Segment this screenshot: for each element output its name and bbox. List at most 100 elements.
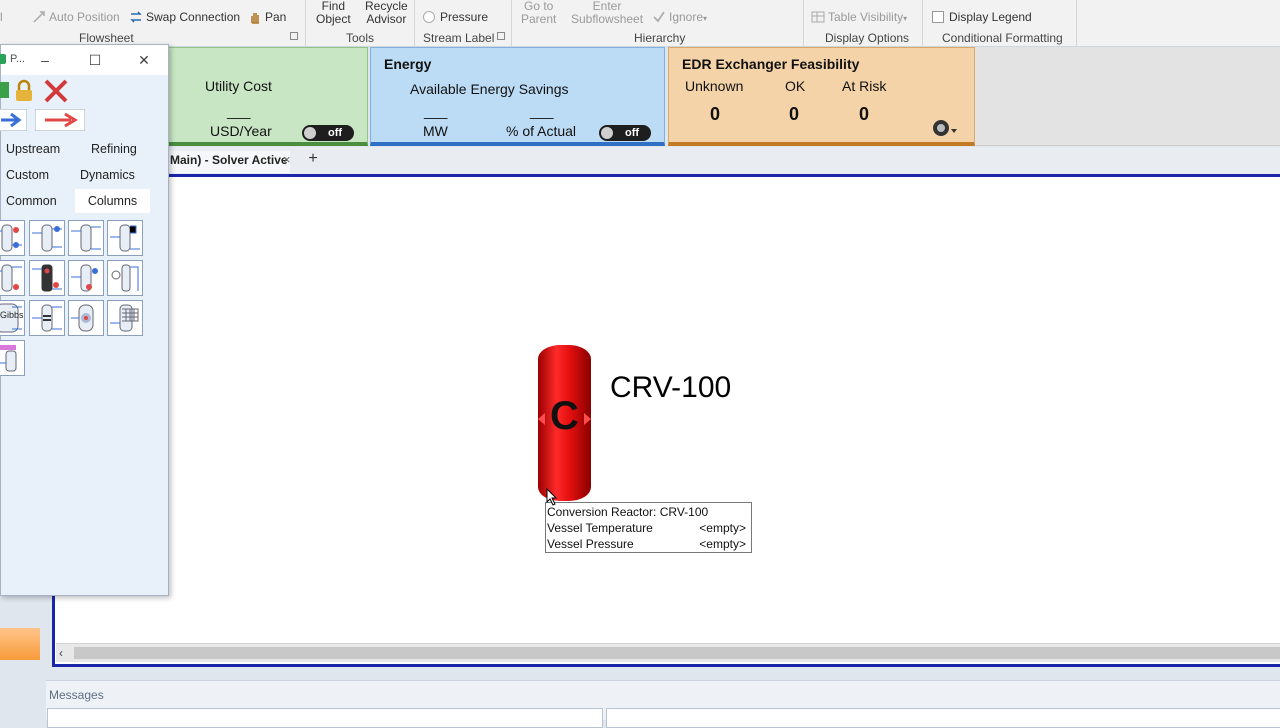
distillation-column-icon[interactable] (107, 220, 143, 256)
tooltip-row: Vessel Pressure <empty> (547, 537, 750, 551)
reactor-tooltip: Conversion Reactor: CRV-100 Vessel Tempe… (545, 502, 752, 553)
close-icon[interactable]: ✕ (134, 50, 154, 70)
go-to-parent-button[interactable]: Go to Parent (521, 0, 556, 26)
group-divider (511, 0, 512, 46)
tab-custom[interactable]: Custom (6, 168, 49, 182)
edr-settings-dropdown[interactable] (930, 118, 958, 138)
tab-upstream[interactable]: Upstream (6, 142, 60, 156)
chevron-down-icon: ▾ (903, 14, 908, 23)
model-palette-window: P... – ☐ ✕ Upstream Refining Custom Dyna… (0, 44, 169, 596)
checkbox-icon (932, 11, 944, 23)
tab-close-icon[interactable]: × (283, 152, 295, 167)
tab-main-flowsheet[interactable]: Main) - Solver Active (168, 151, 290, 173)
group-divider (803, 0, 804, 46)
reactor-column-icon[interactable] (68, 300, 104, 336)
delete-icon[interactable] (43, 79, 69, 103)
scroll-left-icon[interactable]: ‹ (59, 646, 63, 660)
horizontal-scrollbar[interactable]: ‹ (56, 643, 1280, 662)
arrow-right-red-icon[interactable] (34, 108, 86, 132)
enter-subflowsheet-button[interactable]: Enter Subflowsheet (571, 0, 643, 26)
stream-label-group-label: Stream Label (423, 31, 495, 45)
energy-mw-value: ___ (424, 103, 448, 119)
group-divider (922, 0, 923, 46)
flowsheet-tab-strip: Main) - Solver Active × + (168, 147, 1280, 174)
table-visibility-button[interactable]: Table Visibility▾ (811, 10, 907, 24)
pan-hand-icon (248, 10, 262, 24)
mouse-cursor-icon (546, 487, 558, 509)
gibbs-reactor-icon[interactable]: Gibbs (0, 300, 25, 336)
utility-cost-toggle[interactable]: off (302, 125, 354, 141)
tooltip-row-label: Vessel Temperature (547, 521, 653, 535)
utility-cost-unit: USD/Year (210, 123, 272, 139)
scrollbar-thumb[interactable] (74, 647, 1280, 659)
navigation-highlight-tab[interactable] (0, 628, 40, 660)
auto-position-button[interactable]: Auto Position (32, 10, 120, 24)
group-divider (1076, 0, 1077, 46)
stripper-column-icon[interactable] (0, 340, 25, 376)
toggle-knob (304, 127, 316, 139)
reactor-type-letter: C (550, 394, 579, 438)
ignore-button[interactable]: Ignore▾ (652, 10, 707, 24)
display-legend-checkbox[interactable]: Display Legend (932, 10, 1032, 24)
energy-pct-unit: % of Actual (506, 123, 577, 139)
conditional-formatting-group-label: Conditional Formatting (942, 31, 1063, 45)
lock-icon[interactable] (12, 79, 36, 103)
hierarchy-group-label: Hierarchy (634, 31, 686, 45)
flowsheet-launcher-icon[interactable] (290, 32, 298, 40)
tooltip-row-value: <empty> (699, 537, 746, 551)
add-tab-button[interactable]: + (305, 150, 321, 168)
swap-connection-button[interactable]: Swap Connection (129, 10, 240, 24)
recycle-advisor-button[interactable]: Recycle Advisor (365, 0, 408, 26)
short-cut-column-icon[interactable] (107, 260, 143, 296)
messages-box[interactable] (47, 708, 603, 728)
tooltip-title: Conversion Reactor: CRV-100 (547, 505, 709, 519)
liquid-liquid-extractor-icon[interactable] (29, 260, 65, 296)
column-subflowsheet-icon[interactable] (68, 260, 104, 296)
tab-columns[interactable]: Columns (75, 189, 150, 213)
utility-cost-panel: Utility Cost ___ USD/Year off (168, 47, 368, 146)
pressure-radio[interactable]: Pressure (423, 10, 488, 24)
utility-cost-value: ___ (227, 103, 251, 119)
kpi-empty-area (976, 47, 1280, 146)
palette-titlebar[interactable]: P... – ☐ ✕ (0, 45, 168, 75)
flowsheet-canvas[interactable] (52, 174, 1280, 667)
energy-pct-value: ___ (530, 103, 554, 119)
tooltip-row: Vessel Temperature <empty> (547, 521, 750, 535)
absorber-column-icon[interactable] (0, 220, 25, 256)
messages-box[interactable] (606, 708, 1280, 728)
tab-refining[interactable]: Refining (91, 142, 137, 156)
flowsheet-group-label: Flowsheet (79, 31, 134, 45)
maximize-icon[interactable]: ☐ (85, 50, 105, 70)
add-icon[interactable] (0, 82, 9, 98)
pan-button[interactable]: Pan (248, 10, 286, 24)
table-icon (811, 10, 825, 24)
find-object-button[interactable]: Find Object (316, 0, 351, 26)
messages-label: Messages (49, 688, 104, 702)
tooltip-row-label: Vessel Pressure (547, 537, 634, 551)
chevron-down-icon: ▾ (703, 14, 708, 23)
refluxed-absorber-icon[interactable] (68, 220, 104, 256)
reactor-name-label[interactable]: CRV-100 (610, 371, 731, 405)
edr-ok-label: OK (785, 78, 806, 94)
edr-at-risk-value: 0 (859, 104, 870, 124)
group-divider (414, 0, 415, 46)
reboiled-absorber-icon[interactable] (29, 220, 65, 256)
group-divider (305, 0, 306, 46)
three-phase-column-icon[interactable] (0, 260, 25, 296)
tab-common[interactable]: Common (6, 194, 57, 208)
energy-toggle[interactable]: off (599, 125, 651, 141)
arrow-right-blue-icon[interactable] (0, 108, 28, 132)
energy-title: Energy (384, 56, 432, 72)
conversion-reactor-icon[interactable]: C (537, 343, 592, 503)
swap-connection-icon (129, 10, 143, 24)
ignore-check-icon (652, 10, 666, 24)
stream-label-launcher-icon[interactable] (497, 32, 505, 40)
minimize-icon[interactable]: – (35, 50, 55, 70)
gauge-icon (933, 120, 957, 136)
edr-unknown-label: Unknown (685, 78, 744, 94)
separator-icon[interactable] (29, 300, 65, 336)
packed-column-icon[interactable] (107, 300, 143, 336)
messages-pane: Messages (46, 680, 1280, 728)
tab-dynamics[interactable]: Dynamics (80, 168, 135, 182)
display-options-group-label: Display Options (825, 31, 910, 45)
